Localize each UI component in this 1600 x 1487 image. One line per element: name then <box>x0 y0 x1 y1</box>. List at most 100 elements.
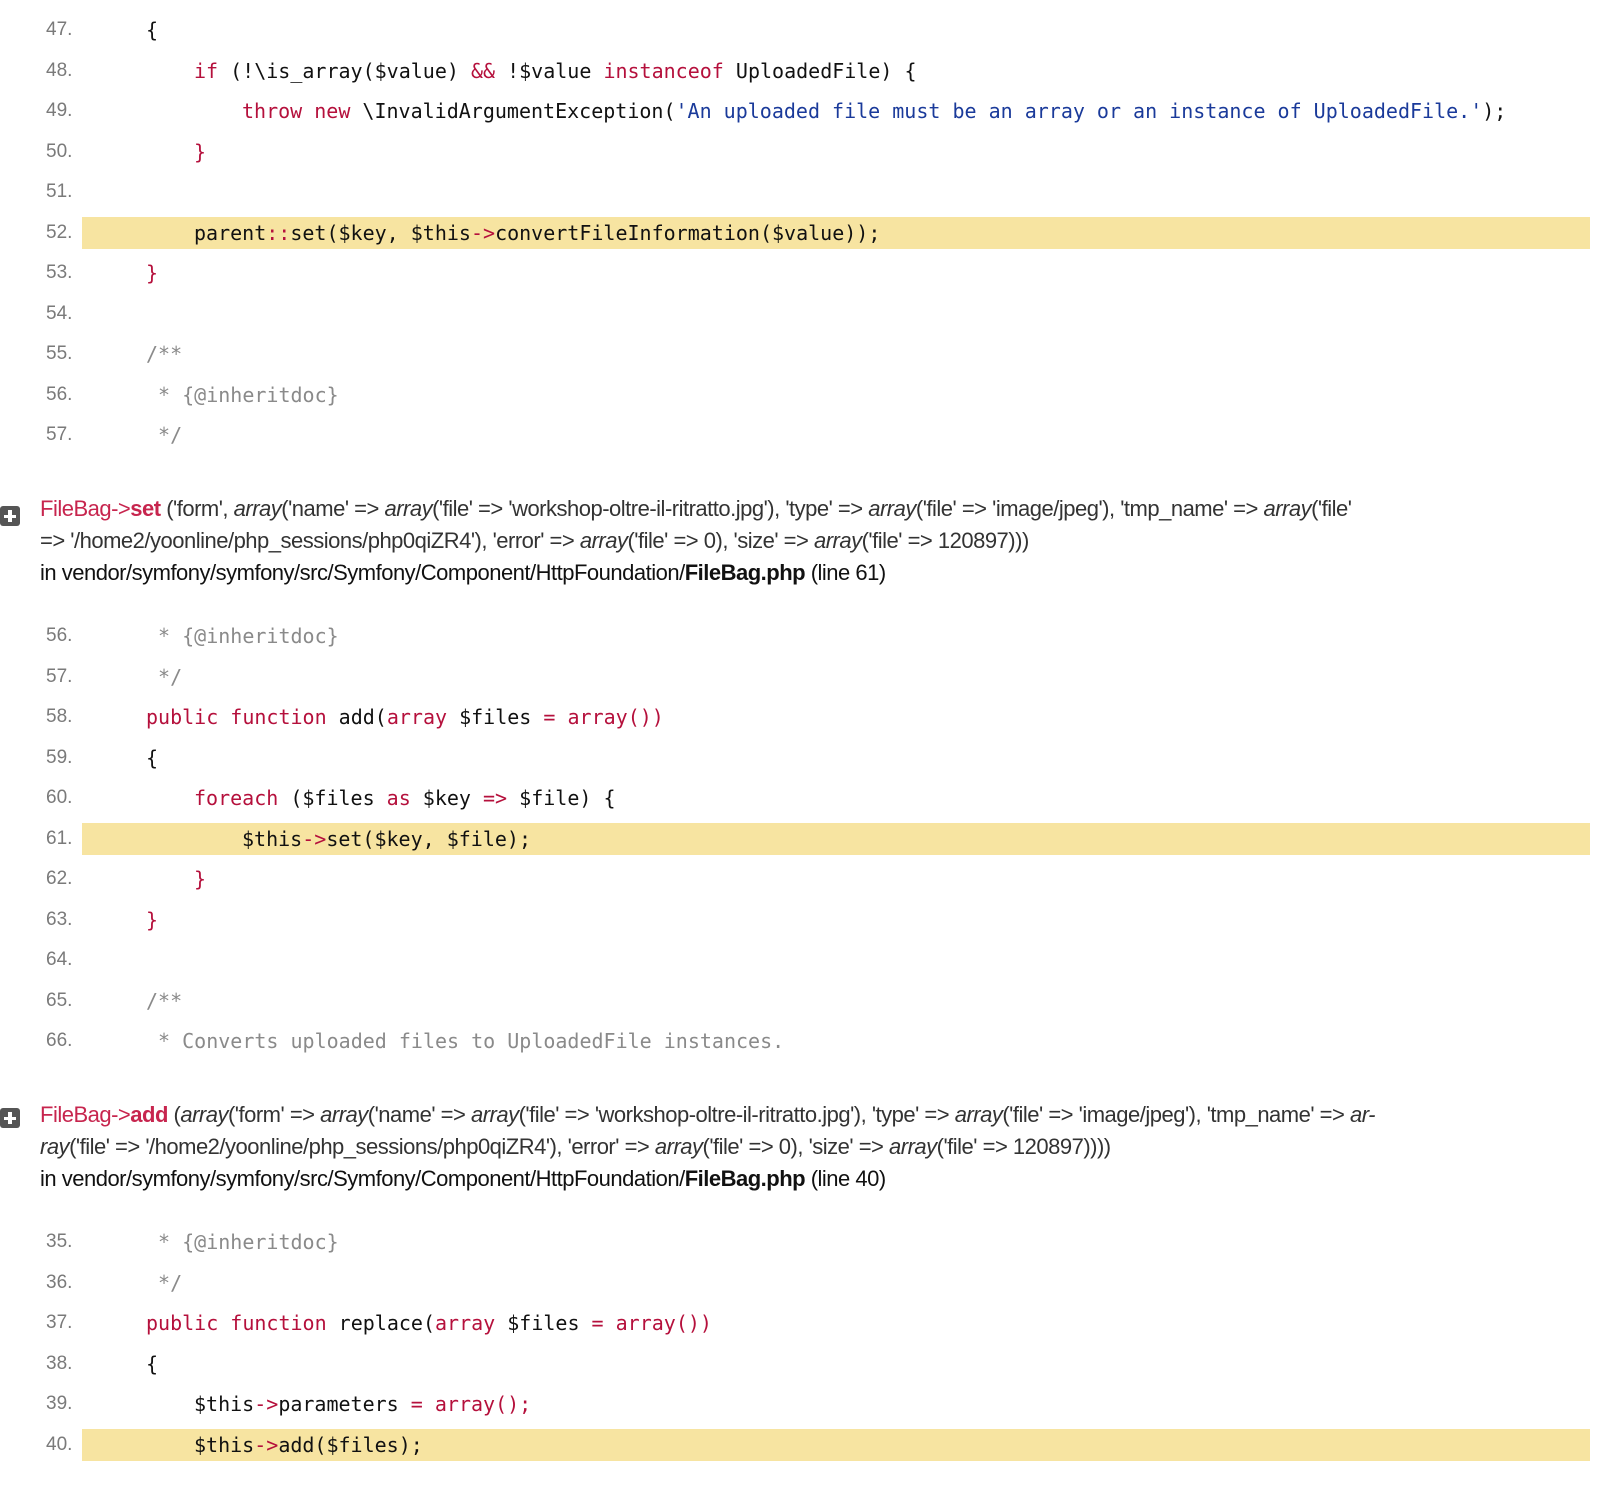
code-line: 47. { <box>0 14 1600 46</box>
code-line: 55. /** <box>0 338 1600 370</box>
code-line: 62.} <box>0 863 1600 895</box>
frame-signature-line2: ray('file' => '/home2/yoonline/php_sessi… <box>40 1131 1600 1163</box>
line-number: 65. <box>46 989 73 1011</box>
line-number: 61. <box>46 827 73 849</box>
code-text: } <box>194 867 207 891</box>
line-number: 60. <box>46 787 73 808</box>
line-number: 35. <box>46 1231 73 1252</box>
line-number: 57. <box>46 424 73 445</box>
frame-arrow: -> <box>111 496 131 521</box>
line-number: 64. <box>46 949 73 970</box>
code-line: 58. public function add(array $files = ar… <box>0 701 1600 733</box>
line-number: 54. <box>46 302 73 324</box>
line-number: 52. <box>46 221 73 243</box>
code-text: $this->set($key, $file); <box>242 826 532 851</box>
code-text: * {@inheritdoc} <box>146 624 339 648</box>
stack-frame-add: FileBag->add (array('form' => array('nam… <box>40 1099 1600 1195</box>
line-number: 58. <box>46 706 73 727</box>
expand-toggle-icon[interactable] <box>0 1108 20 1128</box>
code-text: throw new \InvalidArgumentException('An … <box>242 99 1507 123</box>
code-line: 65. /** <box>0 985 1600 1017</box>
line-number: 37. <box>46 1312 73 1333</box>
code-text: * Converts uploaded files to UploadedFil… <box>146 1029 785 1053</box>
frame-signature-line2: => '/home2/yoonline/php_sessions/php0qiZ… <box>40 525 1600 557</box>
code-text: /** <box>146 988 183 1013</box>
expand-toggle-icon[interactable] <box>0 506 20 526</box>
code-text: foreach ($files as $key => $file) { <box>194 786 616 810</box>
frame-path: in vendor/symfony/symfony/src/Symfony/Co… <box>40 1166 685 1191</box>
line-number: 62. <box>46 868 73 889</box>
code-line: 56. * {@inheritdoc} <box>0 379 1600 411</box>
line-number: 38. <box>46 1352 73 1374</box>
code-text: public function replace(array $files = a… <box>146 1311 712 1335</box>
code-text: */ <box>146 664 183 689</box>
code-line: 40. $this->add($files); <box>0 1428 1600 1461</box>
line-number: 48. <box>46 59 73 81</box>
frame-path: in vendor/symfony/symfony/src/Symfony/Co… <box>40 560 685 585</box>
code-line: 38. { <box>0 1348 1600 1380</box>
frame-function[interactable]: set <box>130 496 161 521</box>
frame-arrow: -> <box>111 1102 131 1127</box>
frame-location: in vendor/symfony/symfony/src/Symfony/Co… <box>40 1163 1600 1195</box>
code-line: 50.} <box>0 136 1600 168</box>
code-text: $this->add($files); <box>194 1432 423 1457</box>
code-line: 35. * {@inheritdoc} <box>0 1226 1600 1258</box>
frame-line: (line 40) <box>805 1166 886 1191</box>
frame-args-1: (array('form' => array('name' => array('… <box>167 1102 1376 1127</box>
frame-location: in vendor/symfony/symfony/src/Symfony/Co… <box>40 557 1600 589</box>
code-line: 61. $this->set($key, $file); <box>0 822 1600 855</box>
line-number: 66. <box>46 1030 73 1051</box>
code-line: 49. throw new \InvalidArgumentException('… <box>0 95 1600 127</box>
line-number: 47. <box>46 19 73 40</box>
code-text: { <box>146 745 159 770</box>
code-text: */ <box>146 1270 183 1295</box>
frame-signature-line1: FileBag->add (array('form' => array('nam… <box>40 1099 1600 1131</box>
code-text: /** <box>146 342 183 366</box>
frame-function[interactable]: add <box>130 1102 168 1127</box>
line-number: 63. <box>46 908 73 930</box>
code-line: 37. public function replace(array $files … <box>0 1307 1600 1339</box>
frame-file[interactable]: FileBag.php <box>685 560 806 585</box>
line-number: 57. <box>46 665 73 687</box>
frame-signature-line1: FileBag->set ('form', array('name' => ar… <box>40 493 1600 525</box>
line-number: 50. <box>46 140 73 162</box>
code-line: 36. */ <box>0 1267 1600 1299</box>
code-line: 52. parent::set($key, $this->convertFileI… <box>0 216 1600 249</box>
code-text: parent::set($key, $this->convertFileInfo… <box>194 220 881 245</box>
code-text: } <box>146 907 159 932</box>
code-text: } <box>194 139 207 164</box>
line-number: 40. <box>46 1433 73 1455</box>
code-line: 60. foreach ($files as $key => $file) { <box>0 782 1600 814</box>
stack-frame-set: FileBag->set ('form', array('name' => ar… <box>40 493 1600 589</box>
frame-class[interactable]: FileBag <box>40 1102 112 1127</box>
frame-line: (line 61) <box>805 560 886 585</box>
code-line: 59. { <box>0 742 1600 774</box>
frame-args-2: => '/home2/yoonline/php_sessions/php0qiZ… <box>40 528 1029 553</box>
code-line: 66. * Converts uploaded files to Uploade… <box>0 1025 1600 1057</box>
code-line: 64. <box>0 944 1600 976</box>
code-text: { <box>146 18 159 42</box>
frame-file[interactable]: FileBag.php <box>685 1166 806 1191</box>
line-number: 59. <box>46 746 73 768</box>
line-number: 39. <box>46 1393 73 1414</box>
code-line: 57. */ <box>0 419 1600 451</box>
code-text: */ <box>146 423 183 447</box>
code-text: } <box>146 261 159 285</box>
code-line: 48. if (!\is_array($value) && !$value ins… <box>0 55 1600 87</box>
code-text: if (!\is_array($value) && !$value instan… <box>194 58 917 83</box>
line-number: 49. <box>46 100 73 121</box>
code-text: * {@inheritdoc} <box>146 382 339 407</box>
code-line: 53.} <box>0 257 1600 289</box>
line-number: 55. <box>46 343 73 364</box>
code-line: 54. <box>0 298 1600 330</box>
code-line: 57. */ <box>0 661 1600 693</box>
frame-class[interactable]: FileBag <box>40 496 112 521</box>
frame-args-1: ('form', array('name' => array('file' =>… <box>160 496 1352 521</box>
line-number: 56. <box>46 625 73 646</box>
line-number: 36. <box>46 1271 73 1293</box>
code-line: 56. * {@inheritdoc} <box>0 620 1600 652</box>
code-line: 51. <box>0 176 1600 208</box>
line-number: 56. <box>46 383 73 405</box>
line-number: 53. <box>46 262 73 283</box>
code-text: { <box>146 1351 159 1376</box>
